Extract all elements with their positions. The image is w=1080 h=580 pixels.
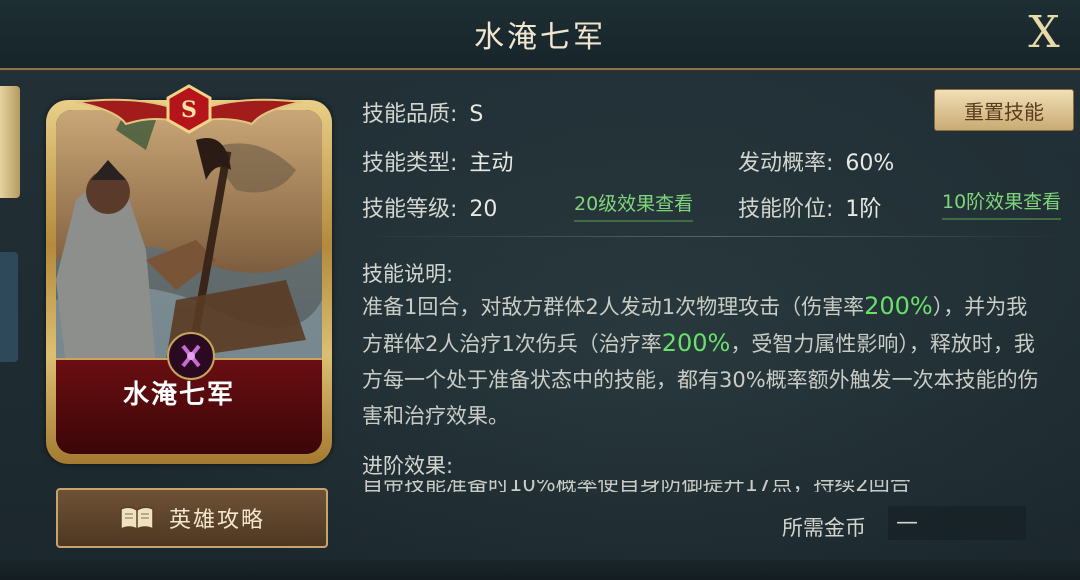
type-row: 技能类型: 主动 xyxy=(362,145,513,177)
level-row: 技能等级: 20 xyxy=(362,191,497,223)
gold-cost-value: — xyxy=(896,510,918,535)
advanced-title: 进阶效果: xyxy=(362,454,454,478)
level-value: 20 xyxy=(469,197,498,222)
heal-rate: 200% xyxy=(661,329,731,357)
level-effect-link[interactable]: 20级效果查看 xyxy=(574,189,694,222)
side-tab[interactable] xyxy=(0,86,20,198)
side-tab-secondary[interactable] xyxy=(0,252,18,362)
header-bar: 水淹七军 X xyxy=(0,0,1080,70)
reset-skill-button[interactable]: 重置技能 xyxy=(934,89,1074,131)
quality-value: S xyxy=(469,102,484,127)
advanced-scroll-area[interactable]: 自带技能准备时10%概率使自身防御提升17点，持续2回合 xyxy=(362,480,1042,492)
skill-card: S 水淹七军 xyxy=(46,84,332,464)
damage-rate: 200% xyxy=(864,292,933,320)
footer-strip xyxy=(0,560,1080,580)
rank-value: 1阶 xyxy=(845,197,882,222)
type-label: 技能类型: xyxy=(362,151,458,176)
desc-part-1: 准备1回合，对敌方群体2人发动1次物理攻击（伤害率 xyxy=(362,295,865,319)
grade-letter: S xyxy=(181,97,197,123)
skill-description: 准备1回合，对敌方群体2人发动1次物理攻击（伤害率200%），并为我方群体2人治… xyxy=(362,288,1042,434)
card-name: 水淹七军 xyxy=(122,380,235,410)
chance-value: 60% xyxy=(845,151,895,176)
type-value: 主动 xyxy=(469,151,514,176)
level-label: 技能等级: xyxy=(362,197,458,222)
book-icon xyxy=(120,506,154,531)
skill-detail-panel: 水淹七军 X S 水淹七军 英雄攻略 技能品质: S 重置技能 技能类型: 主动… xyxy=(0,0,1080,580)
divider xyxy=(352,236,1074,237)
description-title: 技能说明: xyxy=(362,262,454,286)
rank-label: 技能阶位: xyxy=(738,197,834,222)
hero-guide-button[interactable]: 英雄攻略 xyxy=(56,488,328,548)
close-button[interactable]: X xyxy=(1018,6,1070,58)
chance-label: 发动概率: xyxy=(738,151,834,176)
hero-guide-label: 英雄攻略 xyxy=(168,508,265,533)
chance-row: 发动概率: 60% xyxy=(738,145,894,177)
skill-illustration xyxy=(56,110,322,366)
skill-type-icon xyxy=(167,332,215,380)
quality-label: 技能品质: xyxy=(362,102,458,127)
advanced-text: 自带技能准备时10%概率使自身防御提升17点，持续2回合 xyxy=(362,480,911,492)
quality-row: 技能品质: S xyxy=(362,96,483,128)
rank-effect-link[interactable]: 10阶效果查看 xyxy=(942,187,1062,220)
grade-badge-icon: S xyxy=(166,84,212,134)
gold-cost-label: 所需金币 xyxy=(782,516,866,540)
rank-row: 技能阶位: 1阶 xyxy=(738,191,881,223)
page-title: 水淹七军 xyxy=(474,20,606,55)
